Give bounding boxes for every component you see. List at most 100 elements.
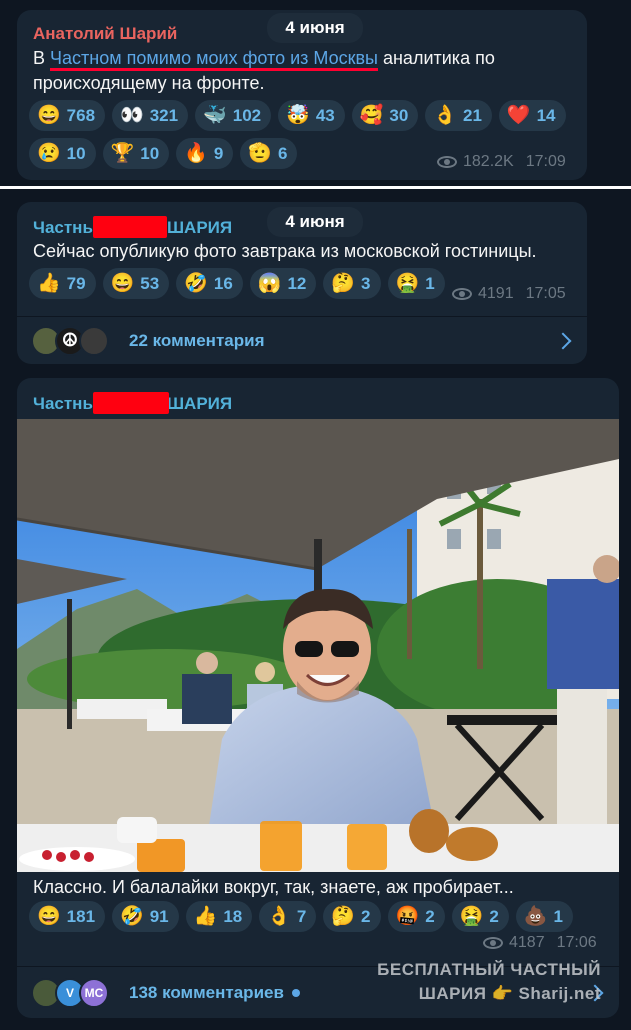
comments-count[interactable]: 22 комментария: [129, 331, 265, 351]
eye-icon: [452, 288, 472, 300]
message-text: В Частном помимо моих фото из Москвы ана…: [33, 46, 553, 96]
reaction-count: 3: [361, 273, 371, 293]
reaction-count: 14: [536, 105, 556, 125]
reaction-count: 16: [213, 273, 233, 293]
reaction-emoji-icon: 🥰: [359, 105, 384, 126]
reaction-chip[interactable]: 💩 1: [515, 901, 573, 932]
message-meta: 4187 17:06: [483, 934, 597, 952]
reaction-chip[interactable]: 🥰 30: [351, 100, 419, 131]
view-count: 182.2K: [463, 153, 514, 170]
reaction-chip[interactable]: 🫡 6: [240, 138, 298, 169]
reaction-emoji-icon: 😱: [257, 273, 282, 294]
message-text: Классно. И балалайки вокруг, так, знаете…: [33, 877, 514, 897]
reaction-emoji-icon: 👍: [37, 273, 61, 294]
sender-name-right: ШАРИЯ: [166, 218, 233, 237]
reactions: 😄 181 🤣 91 👍 18 👌 7 🤔 2 🤬 2 🤮 2 💩 1: [29, 901, 609, 932]
reaction-chip[interactable]: 👀 321: [112, 100, 189, 131]
reaction-emoji-icon: 🔥: [184, 143, 208, 164]
reaction-chip[interactable]: 🤔 3: [323, 268, 381, 299]
reaction-chip[interactable]: 😢 10: [29, 138, 96, 169]
reaction-emoji-icon: 🤮: [459, 906, 484, 927]
reaction-emoji-icon: 🤯: [286, 105, 310, 126]
message-bubble-2[interactable]: Частны ШАРИЯ 4 июня Сейчас опубликую фото…: [17, 202, 587, 364]
reaction-count: 7: [296, 906, 307, 926]
reaction-count: 768: [66, 105, 96, 125]
reaction-emoji-icon: 😄: [37, 105, 61, 126]
reaction-chip[interactable]: 😄 768: [29, 100, 106, 131]
reaction-count: 6: [278, 143, 288, 163]
eye-icon: [483, 937, 503, 949]
reaction-chip[interactable]: 😱 12: [249, 268, 317, 299]
reaction-chip[interactable]: 🐳 102: [195, 100, 272, 131]
reaction-chip[interactable]: 🤔 2: [323, 901, 381, 932]
chevron-right-icon[interactable]: [554, 332, 572, 349]
reaction-emoji-icon: 🤔: [331, 906, 356, 927]
reaction-chip[interactable]: 🤣 91: [112, 901, 179, 932]
reaction-count: 2: [425, 906, 435, 926]
reaction-count: 1: [425, 273, 435, 293]
timestamp: 17:05: [525, 285, 566, 302]
reaction-chip[interactable]: 🔥 9: [176, 138, 234, 169]
message-meta: 182.2K 17:09: [437, 153, 566, 171]
timestamp: 17:09: [525, 153, 566, 170]
timestamp: 17:06: [556, 934, 597, 951]
reaction-chip[interactable]: 🤮 2: [451, 901, 509, 932]
breakfast-photo[interactable]: [17, 419, 619, 872]
reaction-chip[interactable]: 👍 18: [185, 901, 253, 932]
reaction-emoji-icon: ❤️: [506, 105, 531, 126]
watermark-line1: БЕСПЛАТНЫЙ ЧАСТНЫЙ: [377, 960, 601, 979]
reaction-emoji-icon: 🤣: [184, 273, 208, 294]
reaction-chip[interactable]: 😄 53: [102, 268, 170, 299]
reaction-count: 53: [140, 273, 160, 293]
reaction-chip[interactable]: 🤬 2: [387, 901, 445, 932]
reaction-count: 10: [66, 143, 86, 163]
sender-name-left: Частны: [33, 394, 97, 413]
reaction-count: 181: [66, 906, 96, 926]
channel-link[interactable]: Частном помимо моих фото из Москвы: [50, 48, 378, 71]
sender-name-left: Частны: [33, 218, 97, 237]
reaction-count: 30: [389, 105, 409, 125]
reaction-emoji-icon: 😢: [37, 143, 61, 164]
view-count: 4191: [478, 285, 514, 302]
reactions: 👍 79 😄 53 🤣 16 😱 12 🤔 3 🤮 1: [29, 268, 489, 299]
redaction-mark: [93, 216, 167, 238]
reaction-count: 1: [553, 906, 563, 926]
reaction-chip[interactable]: 😄 181: [29, 901, 106, 932]
reaction-chip[interactable]: ❤️ 14: [498, 100, 566, 131]
message-meta: 4191 17:05: [452, 285, 566, 303]
sender-name-right: ШАРИЯ: [166, 394, 233, 413]
comments-bar[interactable]: ☮ 22 комментария: [17, 316, 587, 364]
reaction-emoji-icon: 💩: [523, 906, 548, 927]
reaction-count: 43: [315, 105, 335, 125]
date-pill: 4 июня: [267, 13, 363, 43]
reaction-count: 9: [213, 143, 224, 163]
reaction-emoji-icon: 😄: [110, 273, 135, 294]
message-bubble-1[interactable]: Анатолий Шарий 4 июня В Частном помимо м…: [17, 10, 587, 180]
sender-name[interactable]: Анатолий Шарий: [33, 24, 177, 44]
reaction-count: 321: [149, 105, 179, 125]
eye-icon: [437, 156, 457, 168]
divider: [0, 186, 631, 189]
reaction-chip[interactable]: 🏆 10: [102, 138, 170, 169]
reaction-chip[interactable]: 🤮 1: [387, 268, 445, 299]
reaction-emoji-icon: 🤬: [395, 906, 420, 927]
reaction-emoji-icon: 👌: [267, 906, 291, 927]
reaction-emoji-icon: 👀: [120, 105, 144, 126]
text-prefix: В: [33, 48, 51, 68]
date-pill: 4 июня: [267, 207, 363, 237]
reaction-chip[interactable]: 🤯 43: [278, 100, 345, 131]
reaction-chip[interactable]: 👍 79: [29, 268, 96, 299]
commenter-avatars: ☮: [31, 325, 109, 356]
watermark-line2: ШАРИЯ 👉 Sharij.net: [418, 984, 601, 1003]
reaction-emoji-icon: 😄: [37, 906, 61, 927]
redaction-mark: [93, 392, 169, 414]
message-bubble-3[interactable]: Частны ШАРИЯ Классно. И балалайки вокруг…: [17, 378, 619, 1018]
reaction-chip[interactable]: 👌 7: [259, 901, 317, 932]
reaction-emoji-icon: 🐳: [203, 105, 227, 126]
message-text: Сейчас опубликую фото завтрака из москов…: [33, 241, 537, 261]
commenter-avatars: V MC: [31, 977, 109, 1008]
reaction-emoji-icon: 🤮: [395, 273, 420, 294]
comments-count[interactable]: 138 комментариев: [129, 983, 284, 1003]
reaction-chip[interactable]: 👌 21: [425, 100, 492, 131]
reaction-chip[interactable]: 🤣 16: [176, 268, 243, 299]
